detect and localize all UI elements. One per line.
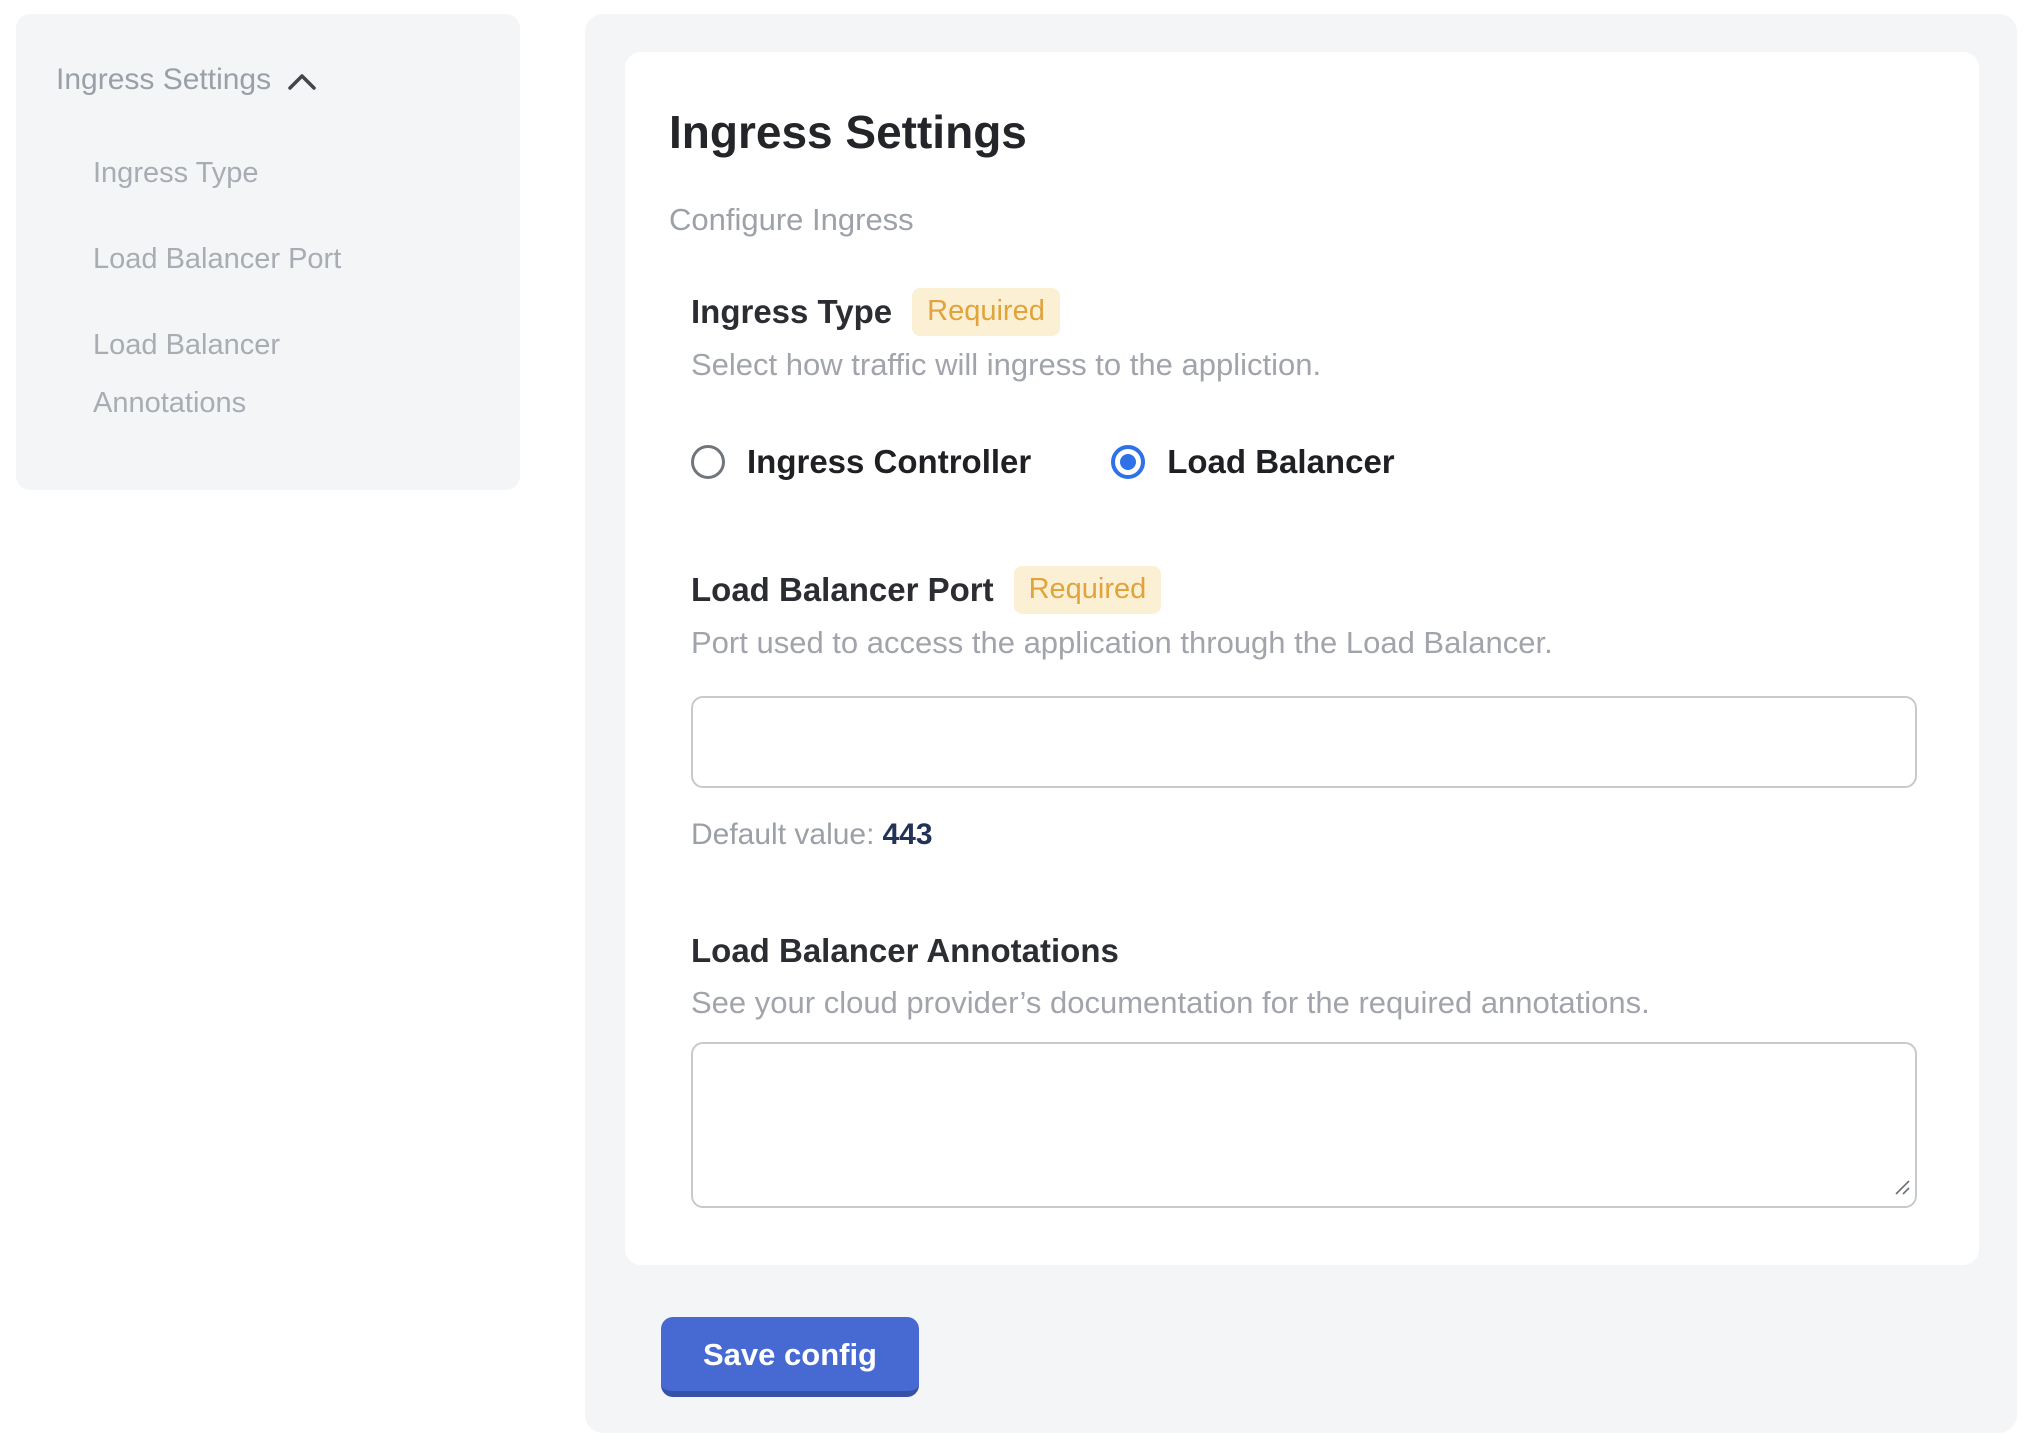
- sidebar-item-load-balancer-annotations[interactable]: Load Balancer Annotations: [93, 316, 423, 432]
- default-value-row: Default value:443: [691, 814, 1917, 856]
- radio-button-icon[interactable]: [691, 445, 725, 479]
- required-badge: Required: [912, 288, 1060, 336]
- section-load-balancer-annotations: Load Balancer Annotations See your cloud…: [669, 928, 1917, 1208]
- radio-option-ingress-controller[interactable]: Ingress Controller: [691, 438, 1031, 486]
- ingress-type-heading: Ingress Type: [691, 289, 892, 335]
- lb-annotations-heading: Load Balancer Annotations: [691, 928, 1119, 974]
- main-panel: Ingress Settings Configure Ingress Ingre…: [585, 14, 2017, 1433]
- default-value-number: 443: [882, 818, 932, 851]
- sidebar-item-load-balancer-port[interactable]: Load Balancer Port: [93, 230, 423, 288]
- section-ingress-type: Ingress Type Required Select how traffic…: [669, 288, 1917, 486]
- page-subtitle: Configure Ingress: [669, 200, 1917, 240]
- radio-label: Load Balancer: [1167, 438, 1394, 486]
- radio-button-icon[interactable]: [1111, 445, 1145, 479]
- sidebar-group-label: Ingress Settings: [56, 58, 271, 102]
- section-load-balancer-port: Load Balancer Port Required Port used to…: [669, 566, 1917, 856]
- default-value-label: Default value:: [691, 818, 874, 851]
- sidebar-group-ingress-settings[interactable]: Ingress Settings: [56, 58, 490, 102]
- load-balancer-annotations-textarea[interactable]: [691, 1042, 1917, 1208]
- settings-sidebar: Ingress Settings Ingress Type Load Balan…: [16, 14, 520, 490]
- ingress-type-description: Select how traffic will ingress to the a…: [691, 344, 1917, 386]
- page-title: Ingress Settings: [669, 104, 1917, 160]
- lb-port-heading: Load Balancer Port: [691, 567, 994, 613]
- sidebar-item-ingress-type[interactable]: Ingress Type: [93, 144, 423, 202]
- chevron-up-icon: [287, 72, 317, 92]
- save-config-button[interactable]: Save config: [661, 1317, 919, 1397]
- radio-label: Ingress Controller: [747, 438, 1031, 486]
- radio-option-load-balancer[interactable]: Load Balancer: [1111, 438, 1394, 486]
- sidebar-item-list: Ingress Type Load Balancer Port Load Bal…: [56, 144, 490, 432]
- ingress-type-radio-group: Ingress Controller Load Balancer: [691, 438, 1917, 486]
- required-badge: Required: [1014, 566, 1162, 614]
- lb-port-description: Port used to access the application thro…: [691, 622, 1917, 664]
- lb-annotations-description: See your cloud provider’s documentation …: [691, 982, 1917, 1024]
- ingress-settings-card: Ingress Settings Configure Ingress Ingre…: [625, 52, 1979, 1265]
- load-balancer-port-input[interactable]: [691, 696, 1917, 788]
